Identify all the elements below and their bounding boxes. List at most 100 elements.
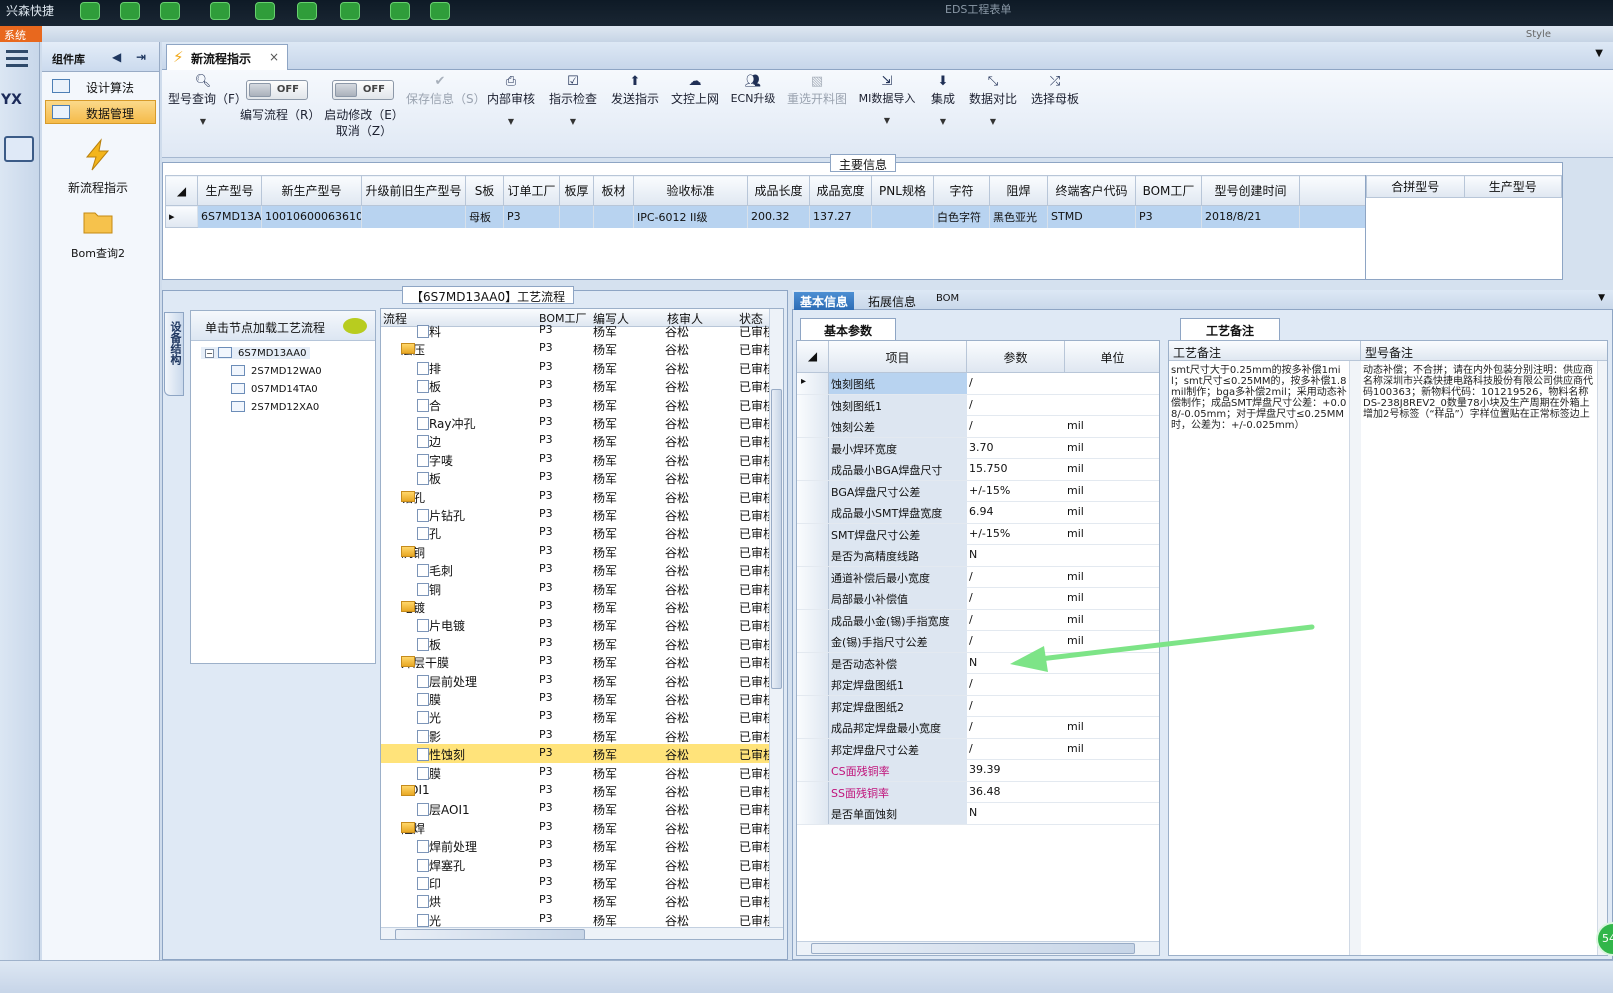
notes-scrollbar[interactable]: [1597, 361, 1607, 955]
param-value[interactable]: /: [969, 570, 973, 583]
yx-logo-icon[interactable]: YX: [1, 92, 37, 120]
row-header[interactable]: [797, 803, 829, 824]
flow-row[interactable]: 铝片钻孔 P3 杨军 谷松 已审核: [381, 505, 775, 524]
flow-row[interactable]: 酸性蚀刻 P3 杨军 谷松 已审核: [381, 744, 775, 763]
flow-step-name[interactable]: 压合: [417, 397, 441, 414]
flow-cell-writer[interactable]: 杨军: [593, 691, 617, 708]
param-value[interactable]: 36.48: [969, 785, 1001, 798]
flow-cell-reviewer[interactable]: 谷松: [665, 433, 689, 450]
flow-cell-writer[interactable]: 杨军: [593, 857, 617, 874]
param-row[interactable]: 蚀刻图纸1 /: [797, 394, 1159, 416]
flow-row[interactable]: 贴膜 P3 杨军 谷松 已审核: [381, 689, 775, 708]
param-value[interactable]: 39.39: [969, 763, 1001, 776]
flow-cell-writer[interactable]: 杨军: [593, 433, 617, 450]
flow-cell-factory[interactable]: P3: [539, 378, 553, 391]
table-cell[interactable]: 2018/8/21: [1201, 205, 1300, 228]
param-value[interactable]: /: [969, 677, 973, 690]
flow-cell-factory[interactable]: P3: [539, 765, 553, 778]
flow-cell-factory[interactable]: P3: [539, 654, 553, 667]
param-row[interactable]: 最小焊环宽度 3.70 mil: [797, 437, 1159, 459]
flow-step-name[interactable]: 钻孔: [417, 525, 441, 542]
param-row[interactable]: 是否为高精度线路 N: [797, 545, 1159, 567]
flow-cell-writer[interactable]: 杨军: [593, 709, 617, 726]
chevron-down-icon[interactable]: ▼: [928, 117, 958, 126]
flow-cell-writer[interactable]: 杨军: [593, 746, 617, 763]
row-header[interactable]: [797, 631, 829, 652]
scroll-thumb[interactable]: [811, 943, 1135, 954]
flow-cell-reviewer[interactable]: 谷松: [665, 783, 689, 800]
flow-cell-factory[interactable]: P3: [539, 562, 553, 575]
flow-cell-writer[interactable]: 杨军: [593, 452, 617, 469]
flow-cell-writer[interactable]: 杨军: [593, 617, 617, 634]
table-cell[interactable]: 200.32: [747, 205, 810, 228]
flow-cell-factory[interactable]: P3: [539, 323, 553, 336]
flow-cell-reviewer[interactable]: 谷松: [665, 562, 689, 579]
flow-cell-reviewer[interactable]: 谷松: [665, 489, 689, 506]
table-icon[interactable]: [255, 2, 275, 20]
column-header[interactable]: 订单工厂: [503, 175, 560, 206]
flow-cell-factory[interactable]: P3: [539, 489, 553, 502]
chevron-down-icon[interactable]: ▼: [1598, 293, 1605, 303]
equipment-structure-tab[interactable]: 设备结构: [164, 312, 184, 396]
table-cell[interactable]: STMD: [1047, 205, 1136, 228]
param-row[interactable]: 是否单面蚀刻 N: [797, 803, 1159, 825]
row-header[interactable]: [797, 394, 829, 416]
enable-edit-toggle[interactable]: OFF: [332, 80, 394, 100]
flow-cell-reviewer[interactable]: 谷松: [665, 599, 689, 616]
flow-cell-factory[interactable]: P3: [539, 452, 553, 465]
table-cell[interactable]: [559, 205, 594, 228]
flow-step-name[interactable]: 排板: [417, 378, 441, 395]
flow-cell-writer[interactable]: 杨军: [593, 323, 617, 340]
table-cell[interactable]: P3: [503, 205, 560, 228]
flow-cell-factory[interactable]: P3: [539, 581, 553, 594]
row-header[interactable]: [797, 781, 829, 803]
flow-step-name[interactable]: 显影: [417, 728, 441, 745]
flow-step-name[interactable]: 铝片钻孔: [417, 507, 465, 524]
chat-bubble-icon[interactable]: [343, 318, 367, 334]
cancel-button[interactable]: 取消（Z）: [334, 122, 394, 139]
param-value[interactable]: /: [969, 699, 973, 712]
flow-cell-factory[interactable]: P3: [539, 875, 553, 888]
table-cell[interactable]: IPC-6012 II级: [633, 205, 748, 228]
flow-vertical-scrollbar[interactable]: [769, 309, 783, 927]
flow-row[interactable]: −沉铜P3杨军谷松已审核: [381, 542, 775, 561]
flow-cell-factory[interactable]: P3: [539, 728, 553, 741]
flow-step-name[interactable]: 阻焊前处理: [417, 838, 477, 855]
flow-cell-writer[interactable]: 杨军: [593, 673, 617, 690]
flow-row[interactable]: −阻焊P3杨军谷松已审核: [381, 818, 775, 836]
flow-row[interactable]: 外层AOI1 P3 杨军 谷松 已审核: [381, 799, 775, 818]
image-icon[interactable]: [430, 2, 450, 20]
flow-cell-factory[interactable]: P3: [539, 820, 553, 833]
flow-cell-writer[interactable]: 杨军: [593, 341, 617, 358]
notes-scrollbar[interactable]: [1349, 361, 1361, 955]
param-value[interactable]: /: [969, 634, 973, 647]
flow-cell-factory[interactable]: P3: [539, 838, 553, 851]
row-header[interactable]: [797, 545, 829, 566]
flow-cell-reviewer[interactable]: 谷松: [665, 323, 689, 340]
flow-cell-factory[interactable]: P3: [539, 912, 553, 925]
param-value[interactable]: +/-15%: [969, 484, 1010, 497]
flow-cell-factory[interactable]: P3: [539, 433, 553, 446]
flow-cell-writer[interactable]: 杨军: [593, 801, 617, 818]
flow-step-name[interactable]: −钻孔: [401, 489, 425, 506]
flow-cell-factory[interactable]: P3: [539, 599, 553, 612]
flow-cell-writer[interactable]: 杨军: [593, 360, 617, 377]
flow-row[interactable]: 去毛刺 P3 杨军 谷松 已审核: [381, 560, 775, 579]
tab-extended-info[interactable]: 拓展信息: [862, 292, 922, 310]
ecn-upgrade-button[interactable]: 👥︎ ECN升级: [728, 74, 778, 106]
flow-cell-reviewer[interactable]: 谷松: [665, 378, 689, 395]
flow-row[interactable]: 丝印 P3 杨军 谷松 已审核: [381, 873, 775, 891]
param-row[interactable]: 成品最小SMT焊盘宽度 6.94 mil: [797, 502, 1159, 524]
flow-row[interactable]: 磨板 P3 杨军 谷松 已审核: [381, 634, 775, 653]
flow-row[interactable]: 压合 P3 杨军 谷松 已审核: [381, 395, 775, 414]
flow-cell-writer[interactable]: 杨军: [593, 636, 617, 653]
flow-step-name[interactable]: 预烘: [417, 893, 441, 910]
flow-step-name[interactable]: −沉铜: [401, 544, 425, 561]
table-cell[interactable]: [593, 205, 634, 228]
row-header[interactable]: [797, 523, 829, 545]
flow-cell-factory[interactable]: P3: [539, 415, 553, 428]
column-header[interactable]: 成品宽度: [809, 175, 872, 206]
flow-cell-factory[interactable]: P3: [539, 783, 553, 796]
flow-row[interactable]: 退膜 P3 杨军 谷松 已审核: [381, 763, 775, 781]
column-header[interactable]: 新生产型号: [261, 175, 362, 206]
